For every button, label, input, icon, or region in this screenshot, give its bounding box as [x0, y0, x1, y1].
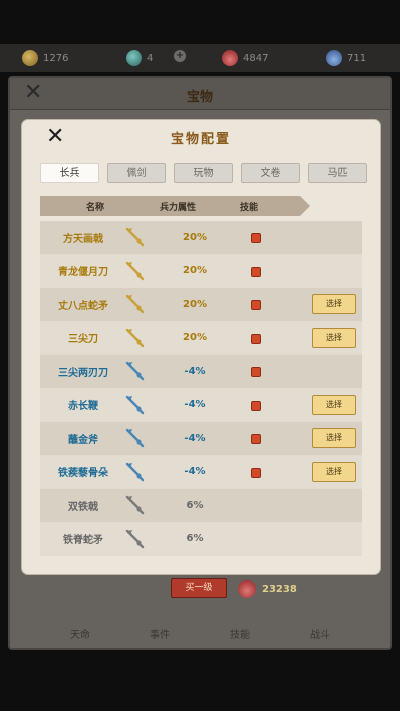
jade-resource: 4 [126, 50, 153, 66]
skill-icon[interactable] [251, 266, 261, 277]
back-tab-3[interactable]: 技能 [230, 616, 250, 646]
coin-value: 1276 [43, 52, 69, 64]
select-button[interactable]: 选择 [312, 327, 356, 348]
jade-icon [126, 50, 142, 66]
table-row: 方天画戟 20% [40, 221, 362, 255]
troop-attr-value: -4% [184, 399, 206, 411]
weapon-icon [124, 360, 146, 382]
troop-attr-value: 20% [183, 332, 207, 344]
troop-attr-value: 20% [183, 265, 207, 277]
weapon-name: 铁蒺藜骨朵 [58, 468, 108, 480]
skill-icon[interactable] [251, 467, 261, 478]
back-panel-tabs: 天命 事件 技能 战斗 [0, 616, 400, 646]
category-tabs: 长兵 佩剑 玩物 文卷 马匹 [40, 163, 370, 185]
troop-attr-value: -4% [184, 466, 206, 478]
table-header: 名称 兵力属性 技能 [40, 196, 310, 216]
weapon-name: 蘸金斧 [68, 434, 98, 446]
weapon-icon [124, 528, 146, 550]
skill-icon[interactable] [251, 434, 261, 444]
skill-icon[interactable] [251, 300, 261, 310]
troop-attr-value: 20% [183, 231, 207, 243]
troop-attr-value: 20% [183, 298, 207, 310]
weapon-name: 铁脊蛇矛 [63, 535, 103, 547]
table-row: 双铁戟 6% [40, 489, 362, 523]
coin-icon [22, 50, 38, 66]
weapon-list: 方天画戟 20% 青龙偃月刀 20% 丈八点蛇矛 20% 选择 三尖刀 20% 选择 三尖两刃刀 -4… [40, 221, 362, 556]
table-row: 三尖刀 20% 选择 [40, 321, 362, 355]
fire-icon [222, 50, 238, 66]
select-button[interactable]: 选择 [312, 428, 356, 448]
weapon-icon [124, 494, 146, 516]
weapon-icon [124, 226, 146, 248]
select-button[interactable]: 选择 [312, 394, 356, 415]
treasure-panel-title: 宝物 [186, 90, 213, 105]
table-row: 铁蒺藜骨朵 -4% 选择 [40, 455, 362, 489]
weapon-name: 青龙偃月刀 [58, 267, 108, 279]
weapon-name: 丈八点蛇矛 [58, 300, 108, 312]
skill-icon[interactable] [251, 400, 261, 411]
fire-resource: 4847 [222, 50, 268, 66]
resource-bar: 1276 4 + 4847 711 [0, 44, 400, 72]
coin-resource: 1276 [22, 50, 68, 66]
tab-curio[interactable]: 玩物 [174, 163, 233, 183]
add-resource-button[interactable]: + [174, 50, 186, 62]
back-tab-4[interactable]: 战斗 [310, 616, 330, 646]
weapon-name: 三尖刀 [68, 334, 98, 346]
tab-horse[interactable]: 马匹 [308, 163, 367, 183]
weapon-icon [124, 260, 146, 282]
troop-attr-value: -4% [184, 432, 206, 444]
select-button[interactable]: 选择 [312, 461, 356, 482]
skill-icon[interactable] [251, 333, 261, 344]
table-row: 蘸金斧 -4% 选择 [40, 422, 362, 456]
fire-value: 4847 [243, 52, 269, 64]
table-row: 铁脊蛇矛 6% [40, 522, 362, 556]
tab-scroll[interactable]: 文卷 [241, 163, 300, 183]
drop-resource: 711 [326, 50, 366, 66]
back-tab-1[interactable]: 天命 [70, 616, 90, 646]
table-row: 青龙偃月刀 20% [40, 254, 362, 288]
header-name: 名称 [86, 202, 105, 213]
weapon-icon [124, 293, 146, 315]
treasure-config-modal: ✕ 宝物配置 长兵 佩剑 玩物 文卷 马匹 名称 兵力属性 技能 方天画戟 20%… [22, 120, 380, 574]
table-row: 赤长鞭 -4% 选择 [40, 388, 362, 422]
header-attr: 兵力属性 [160, 202, 197, 213]
header-skill: 技能 [240, 202, 259, 213]
buy-level-button[interactable]: 买一级 [171, 578, 227, 598]
troop-attr-value: 6% [186, 499, 204, 511]
tab-sword[interactable]: 佩剑 [107, 163, 166, 183]
upgrade-cost: 23238 [238, 580, 297, 598]
skill-icon[interactable] [251, 367, 261, 377]
weapon-name: 三尖两刃刀 [58, 367, 108, 379]
drop-value: 711 [347, 52, 367, 64]
back-tab-2[interactable]: 事件 [150, 616, 170, 646]
troop-attr-value: -4% [184, 365, 206, 377]
weapon-icon [124, 327, 146, 349]
weapon-name: 双铁戟 [68, 501, 98, 513]
modal-title: 宝物配置 [170, 132, 231, 147]
fire-icon [238, 580, 256, 598]
plus-icon: + [174, 50, 186, 62]
drop-icon [326, 50, 342, 66]
cost-value: 23238 [262, 583, 297, 595]
weapon-icon [124, 427, 146, 449]
treasure-panel-header: ✕ 宝物 [10, 78, 390, 110]
troop-attr-value: 6% [186, 533, 204, 545]
skill-icon[interactable] [251, 233, 261, 243]
table-row: 三尖两刃刀 -4% [40, 355, 362, 389]
weapon-name: 赤长鞭 [68, 401, 98, 413]
table-row: 丈八点蛇矛 20% 选择 [40, 288, 362, 322]
weapon-icon [124, 394, 146, 416]
jade-value: 4 [147, 52, 154, 64]
weapon-icon [124, 461, 146, 483]
tab-long-weapon[interactable]: 长兵 [40, 163, 99, 183]
select-button[interactable]: 选择 [312, 294, 356, 314]
weapon-name: 方天画戟 [63, 233, 103, 245]
